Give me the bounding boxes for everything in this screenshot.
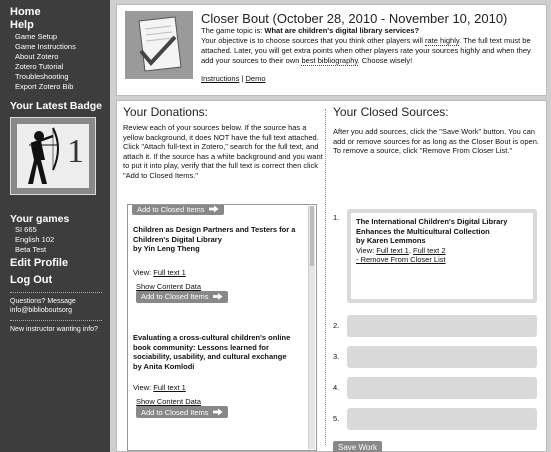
badge-number: 1	[67, 133, 84, 170]
badge[interactable]: 1	[10, 117, 96, 195]
closed-source-title: The International Children's Digital Lib…	[356, 217, 508, 236]
sidebar: Home Help Game Setup Game Instructions A…	[0, 0, 110, 452]
topic-prefix: The game topic is:	[201, 26, 265, 35]
slot-box: The International Children's Digital Lib…	[347, 209, 537, 303]
source-title: Evaluating a cross-cultural children's o…	[133, 333, 291, 361]
game-english-102[interactable]: English 102	[10, 235, 110, 245]
scroll-thumb[interactable]	[310, 206, 314, 266]
games-title: Your games	[10, 213, 70, 225]
slot-number: 1.	[333, 213, 340, 222]
slot-number: 3.	[333, 352, 340, 361]
scrollbar[interactable]	[308, 206, 315, 449]
nav-game-setup[interactable]: Game Setup	[10, 32, 110, 42]
source-author: by Yin Leng Theng	[133, 244, 200, 253]
nav-about-zotero[interactable]: About Zotero	[10, 52, 110, 62]
empty-slot-box[interactable]	[347, 408, 537, 430]
arrow-right-icon	[208, 205, 219, 213]
topic-line: The game topic is: What are children's d…	[201, 26, 540, 35]
objective-text: Your objective is to choose sources that…	[201, 36, 540, 66]
nav-help[interactable]: Help	[10, 19, 110, 32]
add-to-closed-button[interactable]: Add to Closed Items	[132, 205, 224, 215]
closed-slot-1: 1. The International Children's Digital …	[333, 209, 541, 305]
badge-title: Your Latest Badge	[10, 100, 102, 112]
closed-sources-column: Your Closed Sources: After you add sourc…	[333, 105, 541, 452]
empty-slot-box[interactable]	[347, 377, 537, 399]
full-text-2-link[interactable]: Full text 2	[413, 246, 446, 255]
empty-slot-box[interactable]	[347, 346, 537, 368]
content-panel: Your Donations: Review each of your sour…	[116, 100, 547, 452]
desc-part-1: Your objective is to choose sources that…	[201, 36, 426, 45]
slot-number: 4.	[333, 383, 340, 392]
divider	[10, 292, 102, 293]
bout-header: Closer Bout (October 28, 2010 - November…	[116, 4, 547, 96]
add-to-closed-button[interactable]: Add to Closed Items	[136, 290, 228, 303]
nav-log-out[interactable]: Log Out	[10, 274, 110, 287]
show-content-data-link[interactable]: Show Content Data	[133, 397, 303, 406]
questions-text: Questions? Message	[10, 298, 76, 305]
nav-zotero-tutorial[interactable]: Zotero Tutorial	[10, 62, 110, 72]
closed-sources-title: Your Closed Sources:	[333, 105, 449, 119]
instructions-link[interactable]: Instructions	[201, 74, 239, 83]
rate-highly-link[interactable]: rate highly	[425, 36, 460, 46]
page-title: Closer Bout (October 28, 2010 - November…	[201, 11, 508, 26]
view-line: View: Full text 1	[133, 383, 186, 392]
source-title: Children as Design Partners and Testers …	[133, 225, 296, 244]
column-divider	[325, 109, 326, 445]
new-instructor-link[interactable]: New instructor wanting info?	[10, 325, 110, 334]
nav-game-instructions[interactable]: Game Instructions	[10, 42, 110, 52]
source-author: by Anita Komlodi	[133, 361, 195, 371]
remove-from-closer-list-link[interactable]: - Remove From Closer List	[356, 255, 528, 264]
closed-source-card: The International Children's Digital Lib…	[351, 213, 533, 299]
nav-troubleshooting[interactable]: Troubleshooting	[10, 72, 110, 82]
badge-image: 1	[17, 124, 89, 188]
donations-column: Your Donations: Review each of your sour…	[123, 105, 323, 180]
add-to-closed-button[interactable]: Add to Closed Items	[136, 406, 228, 418]
arrow-right-icon	[212, 408, 223, 416]
nav-edit-profile[interactable]: Edit Profile	[10, 257, 110, 270]
main: Closer Bout (October 28, 2010 - November…	[116, 4, 547, 452]
list-item: Evaluating a cross-cultural children's o…	[130, 333, 306, 418]
topic-text: What are children's digital library serv…	[264, 26, 420, 35]
view-line: View: Full text 1, Full text 2	[356, 245, 446, 255]
archer-icon: 1	[28, 127, 84, 184]
full-text-1-link[interactable]: Full text 1	[376, 246, 409, 255]
save-work-button[interactable]: Save Work	[333, 441, 382, 452]
arrow-right-icon	[212, 293, 223, 300]
show-content-data-link[interactable]: Show Content Data	[133, 282, 303, 291]
donations-list[interactable]: Add to Closed Items Children as Design P…	[127, 204, 317, 451]
header-links: Instructions | Demo	[201, 74, 540, 83]
donations-instructions: Review each of your sources below. If th…	[123, 123, 323, 180]
empty-slot-box[interactable]	[347, 315, 537, 337]
donations-title: Your Donations:	[123, 105, 208, 119]
demo-link[interactable]: Demo	[245, 74, 265, 83]
desc-part-3: . Choose wisely!	[357, 56, 413, 65]
document-check-icon	[125, 11, 193, 79]
nav-export-zotero-bib[interactable]: Export Zotero Bib	[10, 82, 110, 92]
slot-number: 2.	[333, 321, 340, 330]
list-item: Children as Design Partners and Testers …	[130, 225, 306, 303]
closed-source-author: by Karen Lemmons	[356, 236, 426, 245]
game-si-665[interactable]: SI 665	[10, 225, 110, 235]
contact-email[interactable]: info@biblioboutsorg	[10, 306, 110, 315]
closed-sources-instructions: After you add sources, click the "Save W…	[333, 127, 539, 155]
full-text-link[interactable]: Full text 1	[153, 383, 186, 392]
best-bibliography-link[interactable]: best bibliography	[301, 56, 358, 66]
game-beta-test[interactable]: Beta Test	[10, 245, 110, 255]
full-text-link[interactable]: Full text 1	[153, 268, 186, 277]
divider	[10, 320, 102, 321]
nav-home[interactable]: Home	[10, 6, 110, 19]
slot-number: 5.	[333, 414, 340, 423]
view-line: View: Full text 1	[133, 267, 186, 277]
